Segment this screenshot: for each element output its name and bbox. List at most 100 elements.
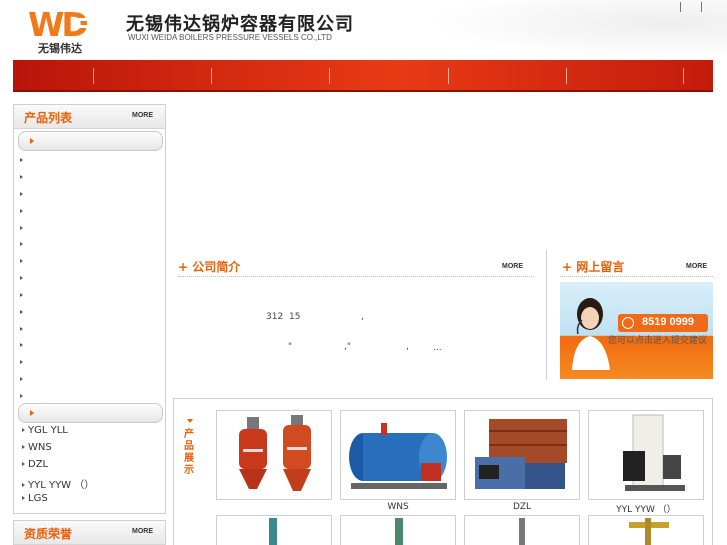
arrow-right-icon[interactable] [20,394,23,398]
product-list-header: 产品列表 MORE [14,105,165,129]
list-item[interactable]: DZL [22,459,48,473]
arrow-right-icon [22,428,25,432]
svg-text:WD: WD [28,8,87,40]
product-showcase: 产品展示 WNS DZL YYL YYW （） [173,398,713,545]
phone-number: 8519 0999 [642,316,694,328]
top-links [670,2,715,14]
arrow-right-icon[interactable] [20,293,23,297]
arrow-right-icon[interactable] [20,276,23,280]
list-item[interactable]: LGS [22,493,48,507]
about-text: 15 [289,312,301,322]
product-image [269,518,277,545]
product-card-label: YYL YYW （） [616,505,676,515]
company-name-en: WUXI WEIDA BOILERS PRESSURE VESSELS CO.,… [128,33,332,42]
product-list-title: 产品列表 [24,111,73,125]
column-divider [546,250,547,380]
triangle-down-icon [187,419,193,423]
phone-icon [622,317,634,329]
honor-header: 资质荣誉 MORE [14,521,165,545]
vessel-product-image [239,415,311,491]
arrow-right-icon [22,462,25,466]
yyl-boiler-image [623,414,685,491]
product-card[interactable] [340,410,456,500]
product-image [519,518,525,545]
arrow-right-icon[interactable] [20,209,23,213]
arrow-right-icon [30,410,34,416]
message-title-text: 网上留言 [576,260,625,274]
message-hint: 您可以点击进入提交建议 [608,336,708,346]
showcase-label: 产品展示 [184,429,194,476]
nav-separator [683,68,684,84]
nav-separator [211,68,212,84]
customer-service-person-icon [572,298,610,370]
company-logo-icon[interactable]: WD [28,8,102,40]
about-text: ... [433,343,442,353]
product-card[interactable] [464,410,580,500]
about-divider [178,276,534,277]
arrow-right-icon[interactable] [20,310,23,314]
site-header: WD 无锡伟达 无锡伟达锅炉容器有限公司 WUXI WEIDA BOILERS … [0,0,727,58]
list-item-label: YGL YLL [28,425,68,436]
nav-separator [329,68,330,84]
about-text: " [288,342,293,352]
top-link-divider [701,2,702,12]
list-item[interactable]: YGL YLL [22,425,68,439]
message-title: + 网上留言 [562,260,625,274]
arrow-right-icon[interactable] [20,242,23,246]
about-text: 312 [266,312,284,322]
about-title: + 公司简介 [178,260,241,274]
about-text: ," [344,342,352,352]
nav-separator [448,68,449,84]
honor-title: 资质荣誉 [24,527,73,541]
product-list-panel: 产品列表 MORE YGL YLL WNS DZL YYL YYW （） LGS [13,104,166,514]
logo-subtitle: 无锡伟达 [38,42,82,55]
arrow-right-icon [22,445,25,449]
arrow-right-icon [22,496,25,500]
product-card[interactable] [216,515,332,545]
product-card[interactable] [216,410,332,500]
product-image [395,518,403,545]
product-card[interactable] [588,410,704,500]
nav-separator [566,68,567,84]
top-link-divider [680,2,681,12]
arrow-right-icon [30,138,34,144]
arrow-right-icon[interactable] [20,360,23,364]
list-item-label: DZL [28,459,49,470]
about-title-text: 公司简介 [192,260,241,274]
arrow-right-icon[interactable] [20,259,23,263]
main-nav [13,60,713,92]
list-item-label: WNS [28,442,52,453]
product-card[interactable] [340,515,456,545]
product-card-label: WNS [387,502,409,512]
arrow-right-icon[interactable] [20,158,23,162]
arrow-right-icon[interactable] [20,343,23,347]
message-more-link[interactable]: MORE [686,263,715,270]
honor-more-link[interactable]: MORE [132,528,153,535]
product-card-label: DZL [512,502,532,512]
category-tab[interactable] [18,403,163,423]
arrow-right-icon[interactable] [20,175,23,179]
product-list-more-link[interactable]: MORE [132,112,153,119]
arrow-right-icon [22,483,25,487]
product-card[interactable] [464,515,580,545]
list-item-label: YYL YYW （） [28,480,95,491]
nav-separator [93,68,94,84]
about-text: , [361,312,364,322]
list-item[interactable]: YYL YYW （） [22,476,95,491]
arrow-right-icon[interactable] [20,192,23,196]
wns-boiler-image [349,423,447,489]
list-item-label: LGS [28,493,48,504]
arrow-right-icon[interactable] [20,226,23,230]
message-banner[interactable]: 8519 0999 您可以点击进入提交建议 [560,282,713,379]
arrow-right-icon[interactable] [20,327,23,331]
list-item[interactable]: WNS [22,442,52,456]
message-divider [560,276,713,277]
product-card[interactable] [588,515,704,545]
about-text: , [406,342,409,352]
product-image [629,518,669,545]
honor-panel: 资质荣誉 MORE [13,520,166,545]
dzl-boiler-image [475,419,567,489]
phone-box: 8519 0999 [618,314,708,332]
arrow-right-icon[interactable] [20,377,23,381]
category-tab[interactable] [18,131,163,151]
